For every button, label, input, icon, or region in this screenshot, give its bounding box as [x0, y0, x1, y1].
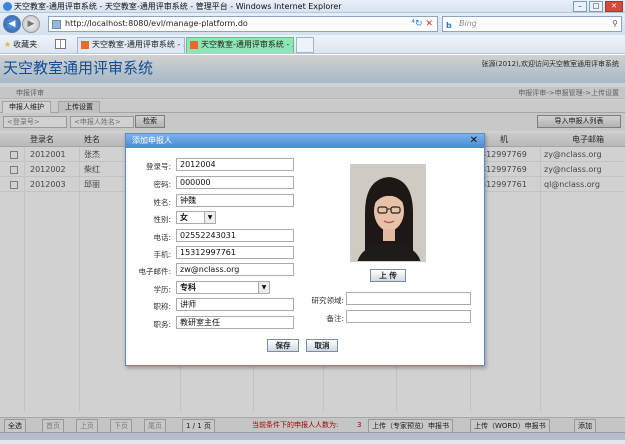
add-applicant-dialog: 添加申报人 ✕ 登录号: 2012004 密码: 000000 姓名: 钟魏 性… — [125, 133, 485, 366]
forward-button[interactable]: ▶ — [22, 15, 40, 33]
search-icon[interactable]: ⚲ — [612, 17, 618, 31]
search-box[interactable]: b Bing ⚲ — [442, 16, 622, 32]
tab-page-icon — [81, 41, 89, 49]
window-title: 天空教室-通用评审系统 - 天空教室-通用评审系统 - 管理平台 - Windo… — [14, 2, 342, 11]
close-icon[interactable]: ✕ — [470, 134, 478, 148]
new-tab-button[interactable] — [296, 37, 314, 53]
portrait-image — [351, 165, 425, 261]
applicant-photo — [350, 164, 426, 262]
refresh-icon[interactable]: ⁴↻ — [411, 19, 422, 29]
navigation-bar: ◀ ▶ http://localhost:8080/evl/manage-pla… — [0, 13, 625, 35]
save-button[interactable]: 保存 — [267, 339, 299, 352]
title-label: 职称: — [153, 302, 171, 311]
phone-label: 电话: — [153, 233, 171, 242]
address-tools: ⁴↻ ✕ — [411, 17, 433, 31]
close-window-button[interactable]: ✕ — [605, 1, 623, 12]
name-field[interactable]: 钟魏 — [176, 194, 294, 207]
page-icon — [52, 20, 61, 29]
mobile-label: 手机: — [153, 250, 171, 259]
tab-label: 天空教室-通用评审系统 - ... — [201, 40, 294, 49]
favorites-bar: ★ 收藏夹 天空教室-通用评审系统 - ... 天空教室-通用评审系统 - ... — [0, 35, 625, 54]
position-label: 职务: — [153, 320, 171, 329]
gender-select[interactable]: 女 ▼ — [176, 211, 216, 224]
title-field[interactable]: 讲师 — [176, 298, 294, 311]
email-label: 电子邮件: — [138, 267, 171, 276]
education-select[interactable]: 专科 ▼ — [176, 281, 270, 294]
position-field[interactable]: 教研室主任 — [176, 316, 294, 329]
chevron-down-icon: ▼ — [258, 282, 269, 293]
favorites-label: 收藏夹 — [13, 40, 38, 49]
research-label: 研究领域: — [311, 296, 344, 305]
remark-field[interactable] — [346, 310, 471, 323]
address-bar[interactable]: http://localhost:8080/evl/manage-platfor… — [48, 16, 438, 32]
browser-tab-2[interactable]: 天空教室-通用评审系统 - ... — [186, 37, 294, 53]
login-field[interactable]: 2012004 — [176, 158, 294, 171]
back-button[interactable]: ◀ — [3, 15, 21, 33]
upload-photo-button[interactable]: 上 传 — [370, 269, 406, 282]
dialog-title: 添加申报人 — [132, 136, 172, 145]
ie-icon — [3, 2, 12, 11]
search-placeholder: Bing — [459, 19, 477, 28]
phone-field[interactable]: 02552243031 — [176, 229, 294, 242]
minimize-button[interactable]: – — [573, 1, 587, 12]
cancel-button[interactable]: 取消 — [306, 339, 338, 352]
maximize-button[interactable]: □ — [589, 1, 603, 12]
login-label: 登录号: — [145, 162, 171, 171]
education-value: 专科 — [180, 283, 196, 292]
window-controls: – □ ✕ — [573, 1, 623, 12]
address-url: http://localhost:8080/evl/manage-platfor… — [65, 19, 248, 28]
browser-tab-1[interactable]: 天空教室-通用评审系统 - ... — [77, 37, 185, 53]
dialog-title-bar: 添加申报人 ✕ — [126, 134, 484, 148]
education-label: 学历: — [153, 285, 171, 294]
gender-label: 性别: — [153, 215, 171, 224]
mobile-field[interactable]: 15312997761 — [176, 246, 294, 259]
favorites-button[interactable]: ★ 收藏夹 — [4, 39, 37, 50]
remark-label: 备注: — [326, 314, 344, 323]
password-label: 密码: — [153, 180, 171, 189]
tab-page-icon — [190, 41, 198, 49]
chevron-down-icon: ▼ — [204, 212, 215, 223]
tab-label: 天空教室-通用评审系统 - ... — [92, 40, 185, 49]
bing-icon: b — [446, 21, 452, 30]
password-field[interactable]: 000000 — [176, 176, 294, 189]
name-label: 姓名: — [153, 198, 171, 207]
research-field[interactable] — [346, 292, 471, 305]
quick-tabs-icon[interactable] — [55, 39, 66, 49]
email-field[interactable]: zw@nclass.org — [176, 263, 294, 276]
gender-value: 女 — [180, 213, 188, 222]
stop-icon[interactable]: ✕ — [425, 19, 433, 29]
window-title-bar: 天空教室-通用评审系统 - 天空教室-通用评审系统 - 管理平台 - Windo… — [0, 0, 625, 13]
star-icon: ★ — [4, 40, 12, 49]
